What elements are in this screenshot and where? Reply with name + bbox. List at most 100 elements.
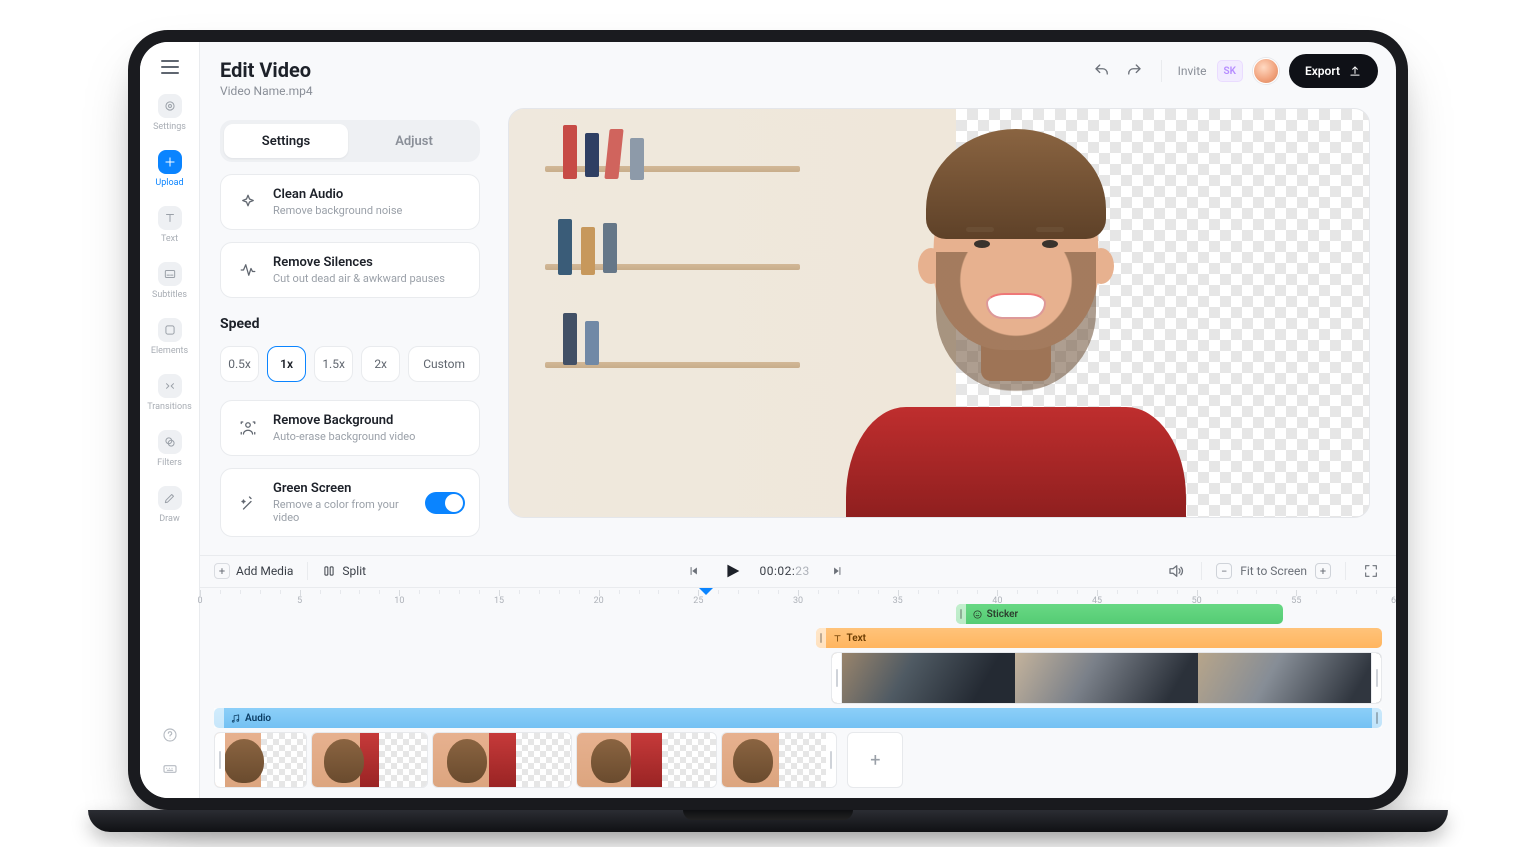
preview-subject [836,109,1196,517]
playhead-time: 00:02:23 [759,564,809,578]
split-icon [322,564,336,578]
text-icon [158,206,182,230]
collaborator-chip[interactable]: SK [1217,60,1243,82]
video-preview[interactable] [508,108,1370,518]
nav-label: Settings [153,122,186,132]
text-icon [832,633,843,644]
main-clip-thumb[interactable] [214,732,307,788]
card-remove-background[interactable]: Remove Background Auto-erase background … [220,400,480,456]
clip-handle[interactable] [1372,708,1382,728]
smile-icon [972,609,983,620]
clip-handle[interactable] [215,733,225,787]
nav-item-transitions[interactable]: Transitions [148,368,192,420]
speed-custom[interactable]: Custom [408,346,480,382]
clip-handle[interactable] [956,604,966,624]
nav-item-text[interactable]: Text [148,200,192,252]
card-title: Remove Silences [273,255,465,270]
panel-tabs: Settings Adjust [220,120,480,162]
clip-handle[interactable] [832,653,842,703]
speed-section-title: Speed [220,316,480,332]
card-title: Green Screen [273,481,413,496]
redo-button[interactable] [1123,60,1145,82]
main-clip-thumb[interactable] [311,732,428,788]
transition-icon [158,374,182,398]
nav-item-settings[interactable]: Settings [148,88,192,140]
fullscreen-button[interactable] [1360,560,1382,582]
menu-icon[interactable] [161,60,179,74]
nav-label: Draw [159,514,179,524]
timeline-ruler[interactable]: 051015202530354045505560 [200,588,1396,604]
main-clip-thumb[interactable] [576,732,716,788]
add-media-button[interactable]: + Add Media [214,563,293,579]
card-title: Clean Audio [273,187,465,202]
track-audio[interactable]: Audio [214,708,1382,728]
clip-handle[interactable] [816,628,826,648]
speed-1-5x[interactable]: 1.5x [314,346,353,382]
speed-0-5x[interactable]: 0.5x [220,346,259,382]
nav-label: Filters [157,458,182,468]
laptop-base [88,810,1448,832]
add-media-label: Add Media [236,564,293,578]
upload-icon [1348,64,1362,78]
nav-label: Upload [155,178,183,188]
settings-panel: Edit Video Video Name.mp4 Settings Adjus… [200,42,500,551]
playback-toolbar: + Add Media Split 00:02:23 [200,555,1396,588]
nav-label: Subtitles [152,290,187,300]
split-button[interactable]: Split [322,564,366,578]
card-desc: Cut out dead air & awkward pauses [273,272,465,285]
video-clip-row [214,652,1382,704]
fit-label: Fit to Screen [1240,564,1307,578]
nav-label: Elements [151,346,188,356]
main-clip-thumb[interactable] [721,732,838,788]
video-clip-1[interactable] [214,652,827,704]
nav-item-upload[interactable]: Upload [148,144,192,196]
card-remove-silences[interactable]: Remove Silences Cut out dead air & awkwa… [220,242,480,298]
clip-handle[interactable] [826,733,836,787]
video-clip-2[interactable] [831,652,1382,704]
minus-icon: − [1216,563,1232,579]
volume-button[interactable] [1165,560,1187,582]
speed-options: 0.5x 1x 1.5x 2x Custom [220,346,480,382]
magic-wand-icon [235,490,261,516]
shapes-icon [158,318,182,342]
clip-handle[interactable] [214,708,224,728]
nav-item-elements[interactable]: Elements [148,312,192,364]
nav-item-subtitles[interactable]: Subtitles [148,256,192,308]
speed-2x[interactable]: 2x [361,346,400,382]
nav-item-draw[interactable]: Draw [148,480,192,532]
nav-label: Text [161,234,178,244]
keyboard-icon[interactable] [159,758,181,780]
card-clean-audio[interactable]: Clean Audio Remove background noise [220,174,480,230]
track-label: Audio [245,713,271,724]
undo-button[interactable] [1091,60,1113,82]
filters-icon [158,430,182,454]
prev-frame-button[interactable] [683,560,705,582]
play-button[interactable] [721,560,743,582]
nav-item-filters[interactable]: Filters [148,424,192,476]
plus-icon: + [214,563,230,579]
top-bar: Invite SK Export [200,42,1396,100]
speed-1x[interactable]: 1x [267,346,306,382]
main-clip-thumb[interactable] [432,732,572,788]
export-button[interactable]: Export [1289,54,1378,88]
next-frame-button[interactable] [826,560,848,582]
clip-handle[interactable] [1371,653,1381,703]
timeline: Sticker Text [200,604,1396,798]
fit-to-screen-button[interactable]: − Fit to Screen + [1216,563,1331,579]
invite-label[interactable]: Invite [1178,64,1207,78]
avatar[interactable] [1253,58,1279,84]
track-text[interactable]: Text [816,628,1382,648]
track-sticker[interactable]: Sticker [956,604,1283,624]
waveform-icon [235,257,261,283]
help-icon[interactable] [159,724,181,746]
card-green-screen[interactable]: Green Screen Remove a color from your vi… [220,468,480,537]
card-title: Remove Background [273,413,465,428]
add-clip-button[interactable]: + [847,732,903,788]
tab-settings[interactable]: Settings [224,124,348,158]
person-cutout-icon [235,415,261,441]
laptop-frame: Settings Upload Text Subtitles Elements [128,30,1408,810]
pencil-icon [158,486,182,510]
green-screen-toggle[interactable] [425,492,465,514]
tab-adjust[interactable]: Adjust [352,124,476,158]
nav-rail: Settings Upload Text Subtitles Elements [140,42,200,798]
